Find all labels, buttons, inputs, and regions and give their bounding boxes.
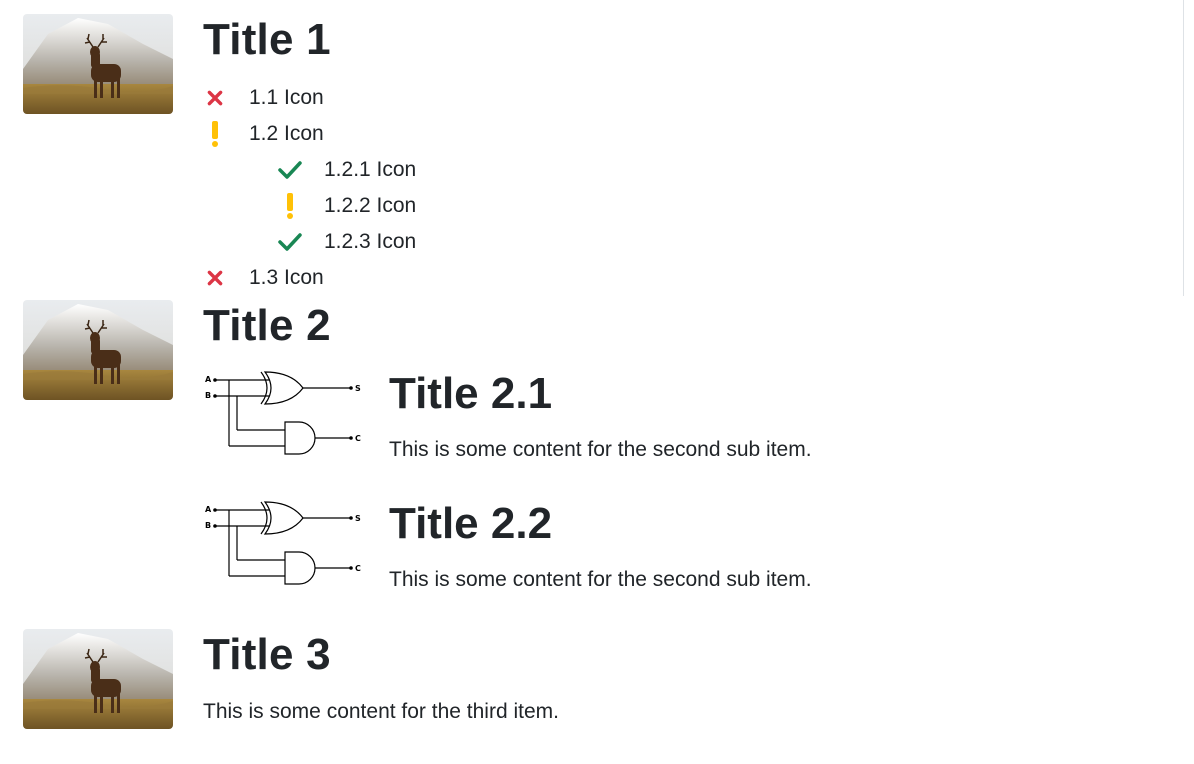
sub-item-content: This is some content for the second sub … — [389, 438, 812, 461]
media-body-3: Title 3 This is some content for the thi… — [203, 629, 1103, 726]
half-adder-circuit-diagram: A B S C — [205, 501, 361, 585]
deer-thumbnail — [23, 629, 173, 729]
circuit-label-s: S — [355, 384, 361, 393]
media-item-1 — [23, 14, 173, 114]
list-item: 1.2.2 Icon — [278, 188, 1103, 224]
deer-image — [23, 629, 173, 729]
sub-item-title: Title 2.1 — [389, 369, 553, 418]
media-item-3 — [23, 629, 173, 729]
list-item: 1.2.3 Icon — [278, 224, 1103, 260]
list-item-label: 1.2.3 Icon — [324, 230, 417, 253]
x-icon — [203, 260, 227, 296]
circuit-label-a: A — [205, 505, 212, 514]
item-content: This is some content for the third item. — [203, 700, 559, 723]
deer-image — [23, 14, 173, 114]
nested-icon-list: 1.2.1 Icon 1.2.2 Icon 1.2.3 Icon — [203, 152, 1103, 260]
list-item-label: 1.3 Icon — [249, 266, 324, 289]
deer-thumbnail — [23, 14, 173, 114]
exclamation-icon — [278, 188, 302, 224]
check-icon — [278, 152, 302, 188]
media-item-2 — [23, 300, 173, 400]
list-item: 1.3 Icon — [203, 260, 1103, 296]
sub-item-2-2: A B S C Title 2.2 This is some content f… — [203, 496, 1103, 596]
item-title: Title 1 — [203, 15, 331, 64]
icon-list: 1.1 Icon 1.2 Icon 1.2.1 Icon 1.2.2 Icon … — [203, 80, 1103, 296]
nested-list-container: 1.2.1 Icon 1.2.2 Icon 1.2.3 Icon — [203, 152, 1103, 260]
list-item-label: 1.2.2 Icon — [324, 194, 417, 217]
sub-item-title: Title 2.2 — [389, 499, 553, 548]
circuit-label-s: S — [355, 514, 361, 523]
media-body-1: Title 1 1.1 Icon 1.2 Icon 1.2.1 Icon 1.2… — [203, 14, 1103, 296]
media-body-2: Title 2 A B S C Title 2.1 This is some c… — [203, 300, 1103, 591]
circuit-label-c: C — [355, 434, 361, 443]
exclamation-icon — [203, 116, 227, 152]
list-item: 1.2 Icon — [203, 116, 1103, 152]
item-title: Title 2 — [203, 301, 331, 350]
divider-line — [1183, 0, 1184, 296]
list-item: 1.1 Icon — [203, 80, 1103, 116]
half-adder-circuit-diagram: A B S C — [205, 371, 361, 455]
list-item-label: 1.2.1 Icon — [324, 158, 417, 181]
deer-image — [23, 300, 173, 400]
x-icon — [203, 80, 227, 116]
check-icon — [278, 224, 302, 260]
circuit-label-b: B — [205, 391, 211, 400]
circuit-label-c: C — [355, 564, 361, 573]
deer-thumbnail — [23, 300, 173, 400]
list-item-label: 1.1 Icon — [249, 86, 324, 109]
list-item: 1.2.1 Icon — [278, 152, 1103, 188]
sub-item-content: This is some content for the second sub … — [389, 568, 812, 591]
list-item-label: 1.2 Icon — [249, 122, 324, 145]
sub-item-2-1: A B S C Title 2.1 This is some content f… — [203, 366, 1103, 466]
circuit-label-a: A — [205, 375, 212, 384]
circuit-label-b: B — [205, 521, 211, 530]
item-title: Title 3 — [203, 630, 331, 679]
